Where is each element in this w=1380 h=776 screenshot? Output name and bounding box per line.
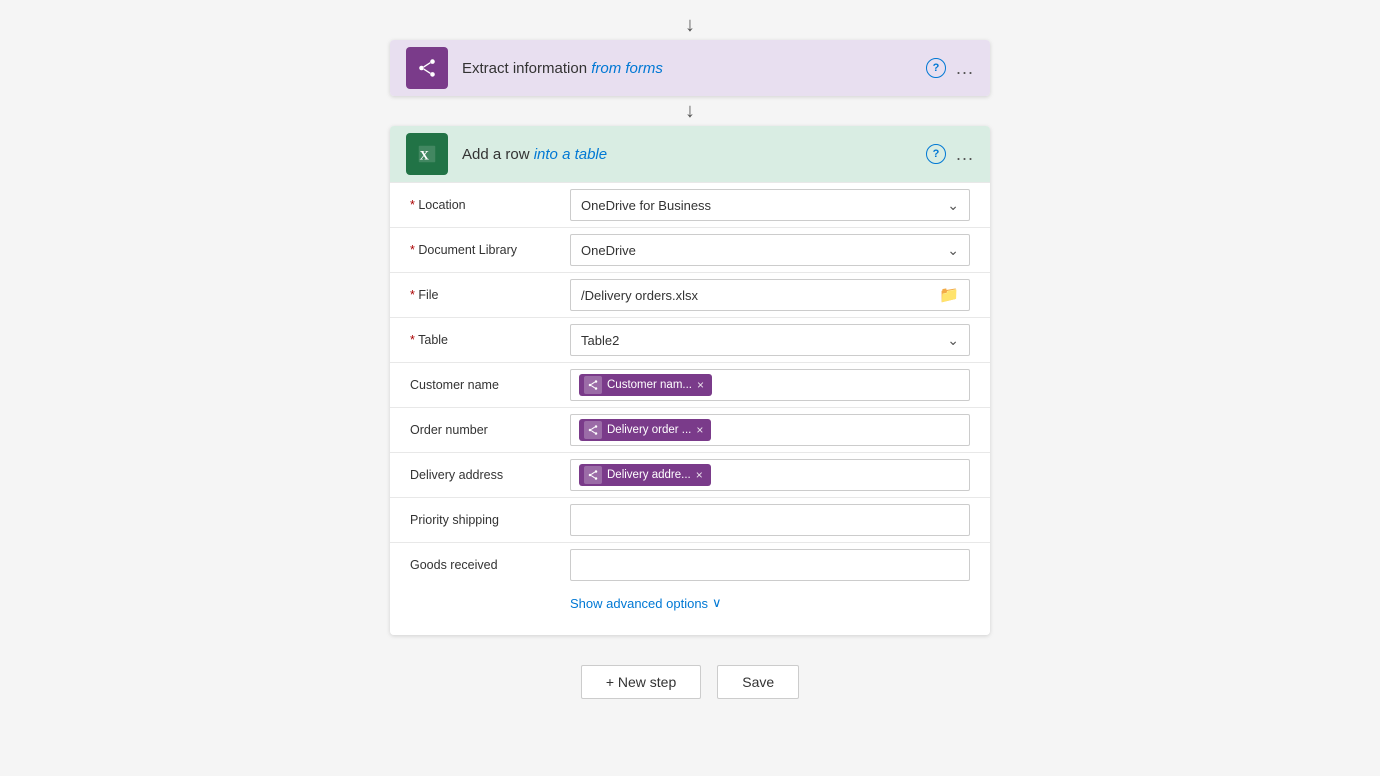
order-number-tag: Delivery order ... × [579,419,711,441]
customer-name-tag-icon [584,376,602,394]
customer-name-label: Customer name [410,378,570,392]
arrow-top: ↓ [685,10,695,40]
order-number-row: Order number Delivery order [390,407,990,452]
share-icon [416,57,438,79]
new-step-button[interactable]: + New step [581,665,701,699]
goods-received-row: Goods received [390,542,990,587]
step1-help-button[interactable]: ? [926,58,946,78]
step2-actions: ? ... [926,144,974,165]
step1-icon [406,47,448,89]
order-number-label: Order number [410,423,570,437]
document-library-chevron-icon: ⌄ [947,242,959,259]
advanced-options-chevron-icon: ∨ [712,595,722,611]
goods-received-input[interactable] [570,549,970,581]
bottom-actions: + New step Save [581,665,799,699]
file-row: File /Delivery orders.xlsx 📁 [390,272,990,317]
delivery-address-input[interactable]: Delivery addre... × [570,459,970,491]
step2-icon: X [406,133,448,175]
step1-actions: ? ... [926,58,974,79]
customer-name-input[interactable]: Customer nam... × [570,369,970,401]
location-dropdown[interactable]: OneDrive for Business ⌄ [570,189,970,221]
order-number-tag-icon [584,421,602,439]
order-number-input[interactable]: Delivery order ... × [570,414,970,446]
priority-shipping-input[interactable] [570,504,970,536]
arrow-middle: ↓ [685,96,695,126]
step2-body: Location OneDrive for Business ⌄ Documen… [390,182,990,635]
delivery-address-tag-text: Delivery addre... [607,469,691,481]
show-advanced-options-link[interactable]: Show advanced options ∨ [390,587,990,625]
step1-header: Extract information from forms ? ... [390,40,990,96]
customer-name-tag-close[interactable]: × [697,378,704,392]
show-advanced-options-text: Show advanced options [570,596,708,611]
customer-name-row: Customer name Customer nam. [390,362,990,407]
step1-title-italic: from forms [591,60,663,77]
table-chevron-icon: ⌄ [947,332,959,349]
file-label: File [410,288,570,302]
delivery-address-label: Delivery address [410,468,570,482]
file-browse-icon[interactable]: 📁 [939,285,959,305]
priority-shipping-label: Priority shipping [410,513,570,527]
table-row: Table Table2 ⌄ [390,317,990,362]
step1-title: Extract information from forms [462,60,926,77]
step2-more-button[interactable]: ... [956,144,974,165]
location-label: Location [410,198,570,212]
table-dropdown[interactable]: Table2 ⌄ [570,324,970,356]
step1-card: Extract information from forms ? ... [390,40,990,96]
document-library-dropdown[interactable]: OneDrive ⌄ [570,234,970,266]
save-button[interactable]: Save [717,665,799,699]
order-number-tag-text: Delivery order ... [607,424,691,436]
step2-title-italic: into a table [534,146,607,163]
priority-shipping-row: Priority shipping [390,497,990,542]
delivery-address-tag: Delivery addre... × [579,464,711,486]
customer-name-tag-text: Customer nam... [607,379,692,391]
location-row: Location OneDrive for Business ⌄ [390,182,990,227]
location-chevron-icon: ⌄ [947,197,959,214]
excel-icon: X [416,143,438,165]
document-library-label: Document Library [410,243,570,257]
document-library-row: Document Library OneDrive ⌄ [390,227,990,272]
order-number-tag-close[interactable]: × [696,423,703,437]
delivery-address-tag-icon [584,466,602,484]
delivery-address-tag-close[interactable]: × [696,468,703,482]
step2-title: Add a row into a table [462,146,926,163]
step1-more-button[interactable]: ... [956,58,974,79]
table-label: Table [410,333,570,347]
delivery-address-row: Delivery address Delivery a [390,452,990,497]
tag-share-icon [587,379,599,391]
customer-name-tag: Customer nam... × [579,374,712,396]
svg-text:X: X [420,149,430,163]
step2-help-button[interactable]: ? [926,144,946,164]
goods-received-label: Goods received [410,558,570,572]
step2-header: X Add a row into a table ? ... [390,126,990,182]
page-wrapper: ↓ Extract information from forms ? [0,0,1380,699]
file-input[interactable]: /Delivery orders.xlsx 📁 [570,279,970,311]
step2-card: X Add a row into a table ? ... Location … [390,126,990,635]
